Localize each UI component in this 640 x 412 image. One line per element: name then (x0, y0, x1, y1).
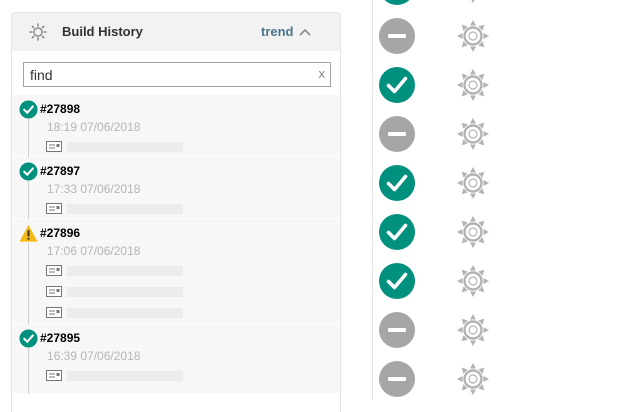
clear-search-button[interactable]: x (319, 66, 326, 81)
success-check-icon (378, 164, 416, 202)
changeset-message (67, 142, 183, 152)
changeset-entry[interactable] (46, 141, 186, 153)
timeline-line (28, 243, 29, 324)
weather-sunny-icon (456, 215, 490, 249)
build-time[interactable]: 18:19 07/06/2018 (47, 120, 140, 134)
changeset-entry[interactable] (46, 370, 186, 382)
aborted-icon (378, 115, 416, 153)
timeline-line (28, 348, 29, 394)
success-check-icon (378, 0, 416, 6)
build-row[interactable]: #27895 16:39 07/06/2018 (12, 324, 340, 394)
warning-icon (19, 224, 38, 243)
build-time[interactable]: 16:39 07/06/2018 (47, 349, 140, 363)
changeset-icon (46, 265, 62, 276)
weather-sunny-icon (456, 19, 490, 53)
changeset-entry[interactable] (46, 265, 186, 277)
success-check-icon (378, 66, 416, 104)
changeset-entry[interactable] (46, 203, 186, 215)
chevron-up-icon[interactable] (298, 25, 312, 39)
build-number-link[interactable]: #27897 (40, 164, 80, 178)
aborted-icon (378, 17, 416, 55)
success-check-icon (19, 329, 38, 348)
build-row[interactable]: #27897 17:33 07/06/2018 (12, 157, 340, 219)
search-box: x (23, 62, 331, 87)
weather-sunny-icon (456, 313, 490, 347)
search-input[interactable] (24, 63, 309, 86)
changeset-icon (46, 286, 62, 297)
weather-sunny-icon (456, 362, 490, 396)
weather-sunny-icon (456, 117, 490, 151)
aborted-icon (378, 360, 416, 398)
changeset-icon (46, 141, 62, 152)
build-number-link[interactable]: #27895 (40, 331, 80, 345)
gear-icon (29, 23, 47, 41)
success-check-icon (19, 100, 38, 119)
build-time[interactable]: 17:06 07/06/2018 (47, 244, 140, 258)
panel-header: Build History trend (12, 13, 340, 51)
changeset-message (67, 371, 183, 381)
build-time[interactable]: 17:33 07/06/2018 (47, 182, 140, 196)
changeset-icon (46, 307, 62, 318)
changeset-message (67, 308, 183, 318)
build-history-panel: Build History trend x #27898 18:19 07/06/… (11, 12, 341, 412)
trend-link[interactable]: trend (261, 24, 294, 39)
timeline-line (28, 119, 29, 157)
success-check-icon (19, 162, 38, 181)
weather-sunny-icon (456, 0, 490, 4)
weather-sunny-icon (456, 264, 490, 298)
changeset-message (67, 266, 183, 276)
changeset-entry[interactable] (46, 286, 186, 298)
success-check-icon (378, 262, 416, 300)
success-check-icon (378, 213, 416, 251)
changeset-message (67, 287, 183, 297)
panel-title: Build History (62, 24, 143, 39)
column-divider (372, 0, 373, 400)
changeset-message (67, 204, 183, 214)
weather-sunny-icon (456, 68, 490, 102)
changeset-icon (46, 370, 62, 381)
weather-sunny-icon (456, 166, 490, 200)
changeset-entry[interactable] (46, 307, 186, 319)
timeline-line (28, 181, 29, 219)
aborted-icon (378, 311, 416, 349)
build-number-link[interactable]: #27898 (40, 102, 80, 116)
build-row[interactable]: #27898 18:19 07/06/2018 (12, 95, 340, 157)
build-number-link[interactable]: #27896 (40, 226, 80, 240)
build-row[interactable]: #27896 17:06 07/06/2018 (12, 219, 340, 324)
changeset-icon (46, 203, 62, 214)
